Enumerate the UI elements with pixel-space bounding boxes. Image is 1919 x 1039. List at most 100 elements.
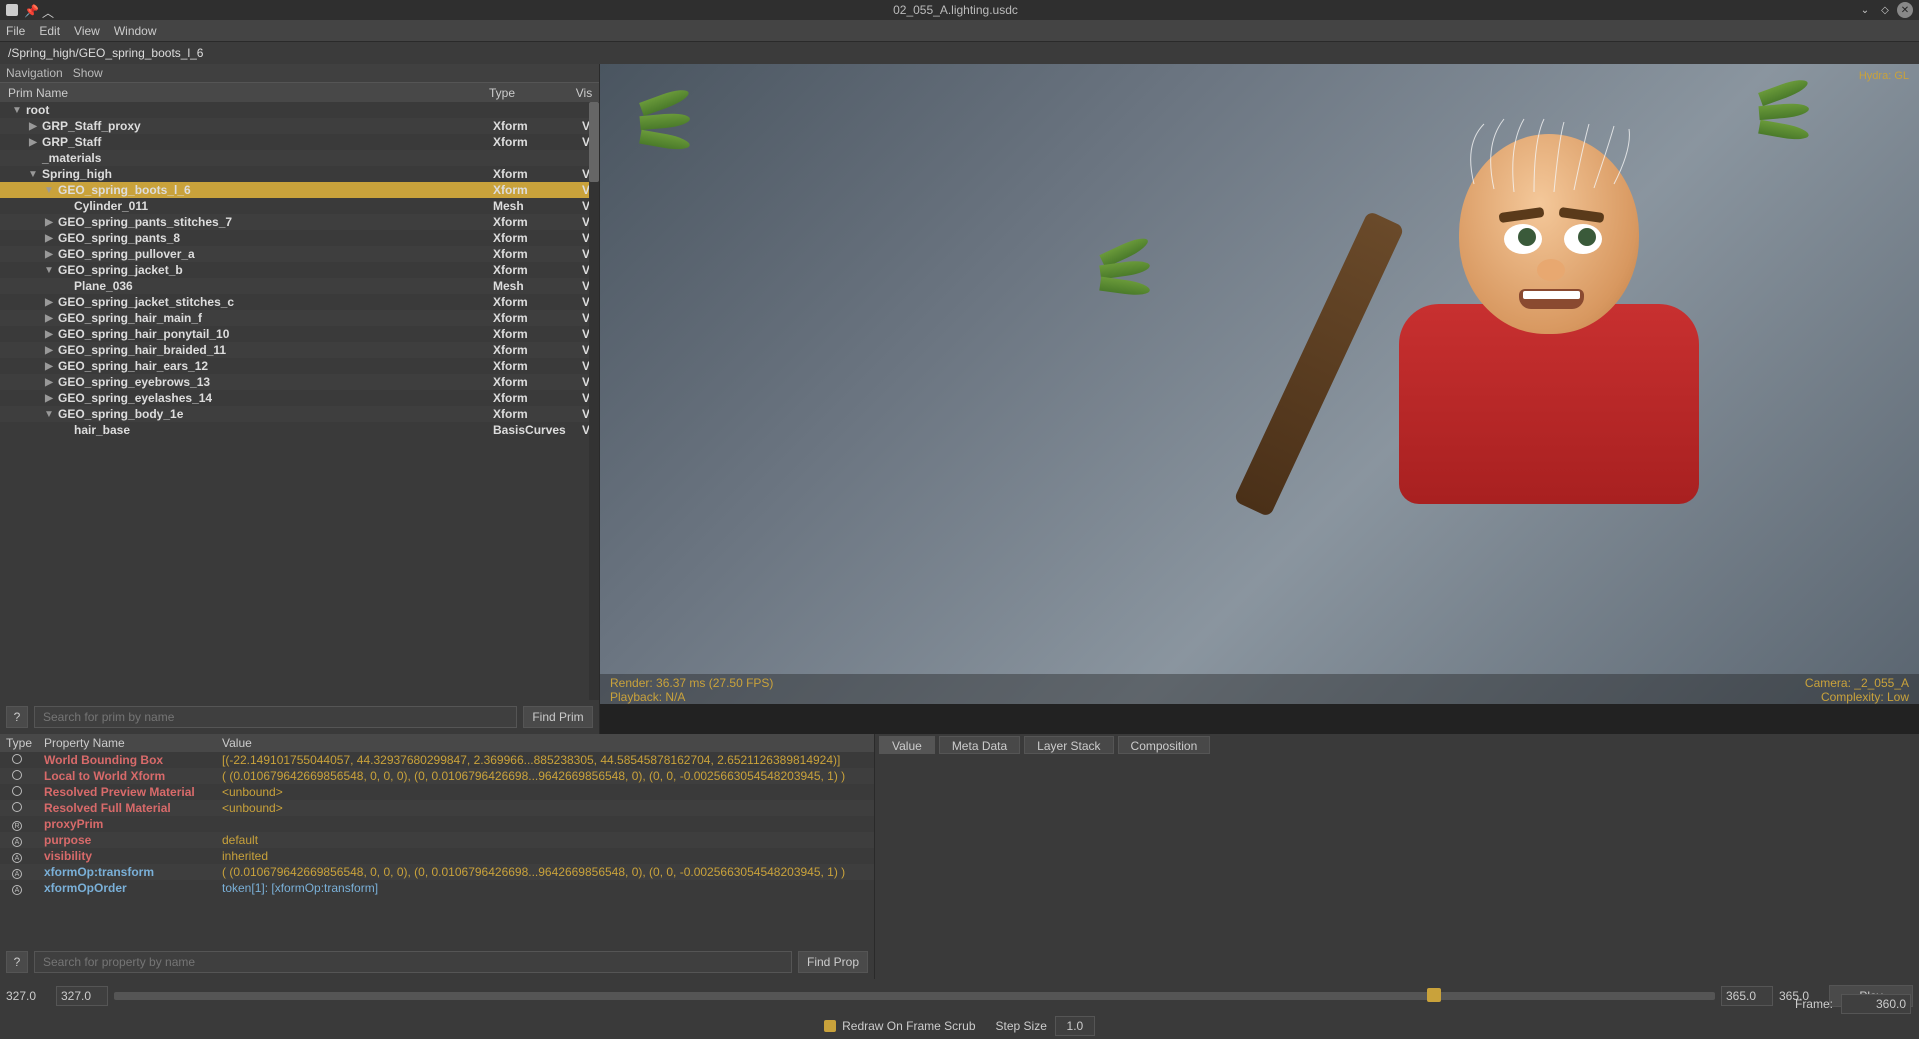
tree-row[interactable]: ▼Spring_highXformV: [0, 166, 599, 182]
collapse-icon[interactable]: ︿: [42, 4, 54, 16]
maximize-icon[interactable]: ◇: [1877, 2, 1893, 18]
expand-arrow-icon[interactable]: ▶: [44, 393, 54, 404]
viewport-panel: Hydra: GL: [600, 64, 1919, 734]
prop-row[interactable]: AxformOpOrdertoken[1]: [xformOp:transfor…: [0, 880, 874, 896]
expand-arrow-icon[interactable]: ▼: [28, 169, 38, 180]
expand-arrow-icon[interactable]: ▼: [44, 265, 54, 276]
tree-row[interactable]: ▶GRP_StaffXformV: [0, 134, 599, 150]
tree-row[interactable]: ▶GEO_spring_hair_ponytail_10XformV: [0, 326, 599, 342]
col-vis[interactable]: Vis: [569, 86, 599, 100]
tree-row[interactable]: ▶GEO_spring_hair_ears_12XformV: [0, 358, 599, 374]
redraw-checkbox[interactable]: [824, 1020, 836, 1032]
expand-arrow-icon[interactable]: ▶: [44, 377, 54, 388]
tab-value[interactable]: Value: [879, 736, 935, 754]
pathbar[interactable]: /Spring_high/GEO_spring_boots_l_6: [0, 42, 1919, 64]
prim-type-label: Xform: [493, 215, 573, 229]
nav-show[interactable]: Show: [73, 66, 103, 80]
prop-row[interactable]: Resolved Full Material<unbound>: [0, 800, 874, 816]
tree-row[interactable]: ▶GEO_spring_eyelashes_14XformV: [0, 390, 599, 406]
tree-row[interactable]: _materials: [0, 150, 599, 166]
tree-row[interactable]: Cylinder_011MeshV: [0, 198, 599, 214]
tree-scrollbar[interactable]: [589, 102, 599, 700]
frame-input[interactable]: [1841, 994, 1911, 1014]
col-prim-name[interactable]: Prim Name: [0, 86, 489, 100]
tree-row[interactable]: ▶GEO_spring_pullover_aXformV: [0, 246, 599, 262]
prop-type-icon: A: [0, 849, 44, 864]
prop-row[interactable]: Apurposedefault: [0, 832, 874, 848]
tree-row[interactable]: ▼GEO_spring_jacket_bXformV: [0, 262, 599, 278]
tree-row[interactable]: ▶GEO_spring_eyebrows_13XformV: [0, 374, 599, 390]
viewport[interactable]: Hydra: GL: [600, 64, 1919, 704]
prop-type-icon: A: [0, 865, 44, 880]
tab-composition[interactable]: Composition: [1118, 736, 1211, 754]
tree-row[interactable]: ▶GRP_Staff_proxyXformV: [0, 118, 599, 134]
expand-arrow-icon[interactable]: ▼: [44, 409, 54, 420]
inspector-content: [875, 756, 1919, 979]
prop-value-label: ( (0.010679642669856548, 0, 0, 0), (0, 0…: [218, 769, 874, 783]
prim-search-input[interactable]: [34, 706, 517, 728]
menu-view[interactable]: View: [74, 24, 100, 38]
expand-arrow-icon[interactable]: ▶: [28, 121, 38, 132]
expand-arrow-icon[interactable]: ▶: [28, 137, 38, 148]
close-icon[interactable]: ✕: [1897, 2, 1913, 18]
menu-file[interactable]: File: [6, 24, 25, 38]
props-body[interactable]: World Bounding Box[(-22.149101755044057,…: [0, 752, 874, 945]
tree-row[interactable]: hair_baseBasisCurvesV: [0, 422, 599, 438]
minimize-icon[interactable]: ⌄: [1857, 2, 1873, 18]
expand-arrow-icon[interactable]: ▼: [12, 105, 22, 116]
timeline-thumb[interactable]: [1427, 988, 1441, 1002]
prop-search-input[interactable]: [34, 951, 792, 973]
tab-metadata[interactable]: Meta Data: [939, 736, 1020, 754]
prop-row[interactable]: Resolved Preview Material<unbound>: [0, 784, 874, 800]
step-size-input[interactable]: [1055, 1016, 1095, 1036]
expand-arrow-icon[interactable]: ▶: [44, 313, 54, 324]
range-end-input[interactable]: [1721, 986, 1773, 1006]
prop-row[interactable]: Local to World Xform( (0.010679642669856…: [0, 768, 874, 784]
tree-row[interactable]: ▶GEO_spring_hair_braided_11XformV: [0, 342, 599, 358]
expand-arrow-icon[interactable]: ▼: [44, 185, 54, 196]
col-prop-name[interactable]: Property Name: [44, 736, 218, 750]
col-prop-value[interactable]: Value: [218, 736, 874, 750]
col-prop-type[interactable]: Type: [0, 736, 44, 750]
tree-row[interactable]: ▼GEO_spring_boots_l_6XformV: [0, 182, 599, 198]
prop-type-icon: [0, 801, 44, 815]
prop-row[interactable]: Avisibilityinherited: [0, 848, 874, 864]
pin-icon[interactable]: 📌: [24, 4, 36, 16]
menu-window[interactable]: Window: [114, 24, 157, 38]
tree-row[interactable]: Plane_036MeshV: [0, 278, 599, 294]
tree-row[interactable]: ▶GEO_spring_pants_8XformV: [0, 230, 599, 246]
prim-type-label: Xform: [493, 231, 573, 245]
prop-search-help[interactable]: ?: [6, 951, 28, 973]
prim-name-label: GEO_spring_hair_ears_12: [58, 359, 208, 373]
tab-layerstack[interactable]: Layer Stack: [1024, 736, 1113, 754]
expand-arrow-icon[interactable]: ▶: [44, 233, 54, 244]
prim-type-label: Xform: [493, 375, 573, 389]
find-prim-button[interactable]: Find Prim: [523, 706, 593, 728]
tree-row[interactable]: ▶GEO_spring_jacket_stitches_cXformV: [0, 294, 599, 310]
expand-arrow-icon[interactable]: ▶: [44, 361, 54, 372]
scroll-thumb[interactable]: [589, 102, 599, 182]
tree-row[interactable]: ▼GEO_spring_body_1eXformV: [0, 406, 599, 422]
prim-name-label: _materials: [42, 151, 101, 165]
tree-row[interactable]: ▼root: [0, 102, 599, 118]
tree-body[interactable]: ▼root▶GRP_Staff_proxyXformV▶GRP_StaffXfo…: [0, 102, 599, 700]
property-panel: Type Property Name Value World Bounding …: [0, 734, 875, 979]
expand-arrow-icon[interactable]: ▶: [44, 249, 54, 260]
prop-row[interactable]: RproxyPrim: [0, 816, 874, 832]
menu-edit[interactable]: Edit: [39, 24, 60, 38]
expand-arrow-icon[interactable]: ▶: [44, 345, 54, 356]
prop-row[interactable]: AxformOp:transform( (0.01067964266985654…: [0, 864, 874, 880]
tree-row[interactable]: ▶GEO_spring_pants_stitches_7XformV: [0, 214, 599, 230]
prim-search-help[interactable]: ?: [6, 706, 28, 728]
prim-name-label: GEO_spring_hair_main_f: [58, 311, 202, 325]
range-start-input[interactable]: [56, 986, 108, 1006]
tree-row[interactable]: ▶GEO_spring_hair_main_fXformV: [0, 310, 599, 326]
timeline-track[interactable]: [114, 992, 1715, 1000]
expand-arrow-icon[interactable]: ▶: [44, 297, 54, 308]
prop-row[interactable]: World Bounding Box[(-22.149101755044057,…: [0, 752, 874, 768]
nav-navigation[interactable]: Navigation: [6, 66, 63, 80]
expand-arrow-icon[interactable]: ▶: [44, 217, 54, 228]
find-prop-button[interactable]: Find Prop: [798, 951, 868, 973]
col-type[interactable]: Type: [489, 86, 569, 100]
expand-arrow-icon[interactable]: ▶: [44, 329, 54, 340]
